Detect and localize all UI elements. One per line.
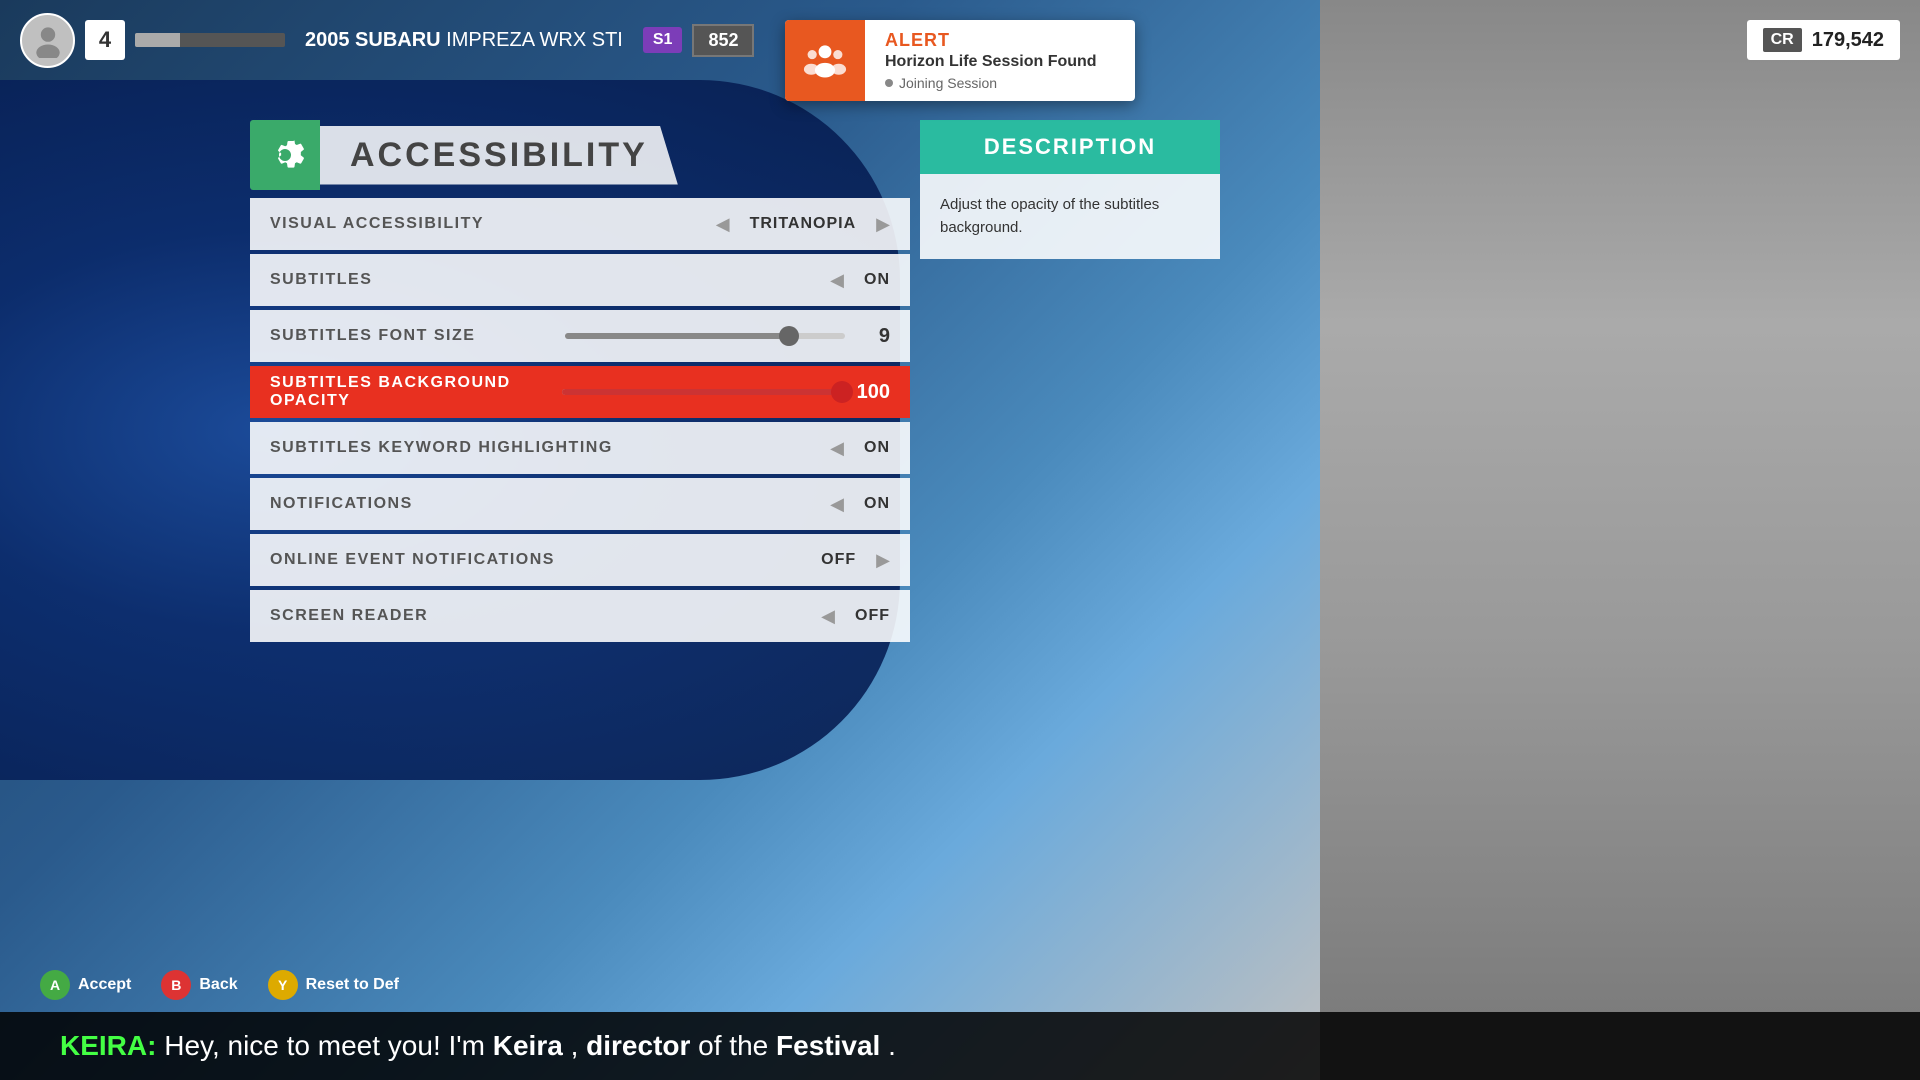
setting-row-subtitles[interactable]: SUBTITLES ◀ ON — [250, 254, 910, 306]
arrow-right-online-events[interactable]: ▶ — [876, 550, 890, 571]
label-notifications: NOTIFICATIONS — [270, 495, 830, 513]
controls-bar: A Accept B Back Y Reset to Def — [0, 970, 1920, 1000]
accessibility-panel: ACCESSIBILITY VISUAL ACCESSIBILITY ◀ TRI… — [250, 120, 910, 642]
setting-row-screen-reader[interactable]: SCREEN READER ◀ OFF — [250, 590, 910, 642]
slider-fill-bg-opacity — [562, 389, 842, 395]
setting-row-keyword-highlight[interactable]: SUBTITLES KEYWORD HIGHLIGHTING ◀ ON — [250, 422, 910, 474]
value-online-events: OFF — [821, 551, 856, 569]
slider-track-font-size — [565, 333, 845, 339]
subtitle-speaker: KEIRA: — [60, 1030, 156, 1061]
car-name: 2005 SUBARU IMPREZA WRX STI — [305, 29, 623, 52]
description-panel: DESCRIPTION Adjust the opacity of the su… — [920, 120, 1220, 259]
value-keyword-highlight: ON — [864, 439, 890, 457]
description-body: Adjust the opacity of the subtitles back… — [920, 174, 1220, 259]
arrow-left-notifications[interactable]: ◀ — [830, 494, 844, 515]
avatar — [20, 13, 75, 68]
label-visual-accessibility: VISUAL ACCESSIBILITY — [270, 215, 716, 233]
label-online-events: ONLINE EVENT NOTIFICATIONS — [270, 551, 821, 569]
alert-dot — [885, 79, 893, 87]
label-back: Back — [199, 976, 237, 994]
value-notifications: ON — [864, 495, 890, 513]
xp-fill — [135, 33, 180, 47]
label-keyword-highlight: SUBTITLES KEYWORD HIGHLIGHTING — [270, 439, 830, 457]
panel-title: ACCESSIBILITY — [320, 126, 678, 185]
control-reset[interactable]: Y Reset to Def — [268, 970, 399, 1000]
setting-row-online-events[interactable]: ONLINE EVENT NOTIFICATIONS OFF ▶ — [250, 534, 910, 586]
gear-icon-box — [250, 120, 320, 190]
slider-fill-font-size — [565, 333, 789, 339]
panel-header: ACCESSIBILITY — [250, 120, 910, 190]
slider-bg-opacity[interactable]: 100 — [562, 381, 890, 404]
subtitle-bold2: director — [586, 1030, 690, 1061]
alert-title: ALERT — [885, 30, 1115, 51]
pi-badge: 852 — [692, 24, 754, 57]
value-visual-accessibility: TRITANOPIA — [750, 215, 857, 233]
slider-number-bg-opacity: 100 — [857, 381, 890, 404]
setting-row-bg-opacity[interactable]: SUBTITLES BACKGROUND OPACITY 100 — [250, 366, 910, 418]
arrow-left-subtitles[interactable]: ◀ — [830, 270, 844, 291]
slider-thumb-bg-opacity[interactable] — [831, 381, 853, 403]
xp-bar — [135, 33, 285, 47]
gear-icon — [263, 133, 307, 177]
arrow-left-visual[interactable]: ◀ — [716, 214, 730, 235]
button-a[interactable]: A — [40, 970, 70, 1000]
setting-row-notifications[interactable]: NOTIFICATIONS ◀ ON — [250, 478, 910, 530]
label-subtitles: SUBTITLES — [270, 271, 830, 289]
subtitle-text-before: Hey, nice to meet you! I'm — [164, 1030, 493, 1061]
player-info: 4 2005 SUBARU IMPREZA WRX STI S1 852 — [20, 13, 754, 68]
button-y[interactable]: Y — [268, 970, 298, 1000]
description-header: DESCRIPTION — [920, 120, 1220, 174]
season-badge: S1 — [643, 27, 683, 53]
cr-label: CR — [1763, 28, 1802, 52]
slider-number-font-size: 9 — [860, 325, 890, 348]
slider-thumb-font-size[interactable] — [779, 326, 799, 346]
subtitle-bar: KEIRA: Hey, nice to meet you! I'm Keira … — [0, 1012, 1920, 1080]
slider-font-size[interactable]: 9 — [565, 325, 890, 348]
subtitle-bold1: Keira — [493, 1030, 563, 1061]
label-screen-reader: SCREEN READER — [270, 607, 821, 625]
label-bg-opacity: SUBTITLES BACKGROUND OPACITY — [270, 374, 562, 410]
control-back[interactable]: B Back — [161, 970, 237, 1000]
value-screen-reader: OFF — [855, 607, 890, 625]
subtitle-middle2: of the — [698, 1030, 776, 1061]
car-right — [1320, 0, 1920, 1080]
subtitle-middle1: , — [571, 1030, 587, 1061]
alert-subtitle: Horizon Life Session Found — [885, 53, 1115, 71]
slider-track-bg-opacity — [562, 389, 842, 395]
button-b[interactable]: B — [161, 970, 191, 1000]
subtitle-end: . — [888, 1030, 896, 1061]
setting-row-visual-accessibility[interactable]: VISUAL ACCESSIBILITY ◀ TRITANOPIA ▶ — [250, 198, 910, 250]
setting-row-font-size[interactable]: SUBTITLES FONT SIZE 9 — [250, 310, 910, 362]
label-font-size: SUBTITLES FONT SIZE — [270, 327, 565, 345]
label-accept: Accept — [78, 976, 131, 994]
player-level: 4 — [85, 20, 125, 60]
subtitle-bold3: Festival — [776, 1030, 880, 1061]
alert-status: Joining Session — [885, 75, 1115, 91]
cr-display: CR 179,542 — [1747, 20, 1900, 60]
cr-value: 179,542 — [1812, 29, 1884, 52]
arrow-right-visual[interactable]: ▶ — [876, 214, 890, 235]
arrow-left-keyword[interactable]: ◀ — [830, 438, 844, 459]
alert-icon — [785, 20, 865, 101]
label-reset: Reset to Def — [306, 976, 399, 994]
alert-content: ALERT Horizon Life Session Found Joining… — [865, 20, 1135, 101]
arrow-left-screen-reader[interactable]: ◀ — [821, 606, 835, 627]
subtitle-text: KEIRA: Hey, nice to meet you! I'm Keira … — [60, 1030, 896, 1062]
value-subtitles: ON — [864, 271, 890, 289]
control-accept[interactable]: A Accept — [40, 970, 131, 1000]
settings-list: VISUAL ACCESSIBILITY ◀ TRITANOPIA ▶ SUBT… — [250, 198, 910, 642]
alert-box: ALERT Horizon Life Session Found Joining… — [785, 20, 1135, 101]
description-text: Adjust the opacity of the subtitles back… — [940, 194, 1200, 239]
